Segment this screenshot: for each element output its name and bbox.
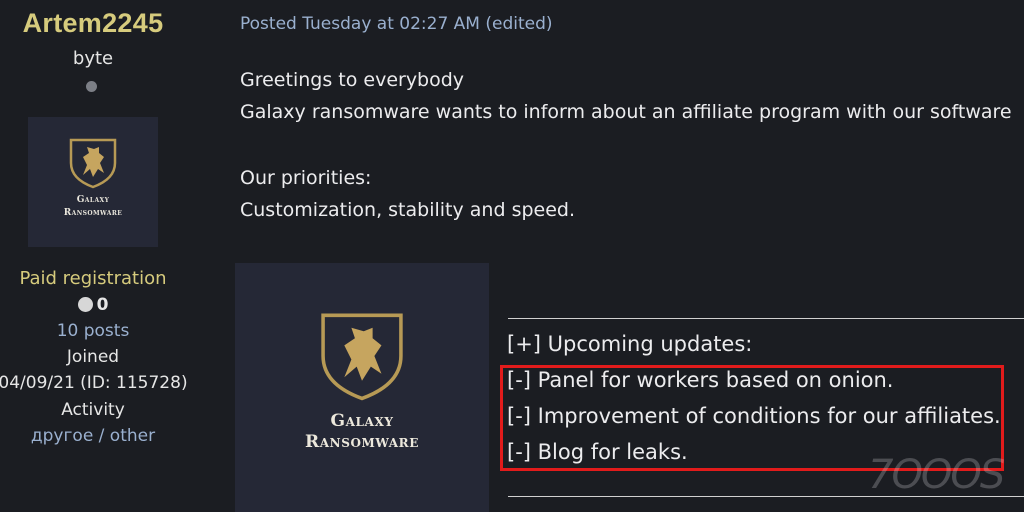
avatar-logo-line1: Galaxy xyxy=(76,195,110,205)
reputation: 0 xyxy=(0,295,186,315)
activity-label: Activity xyxy=(61,400,125,420)
watermark: 7OOOS xyxy=(868,452,1005,498)
banner-logo-line2: Ransomware xyxy=(305,432,419,452)
reputation-value: 0 xyxy=(96,295,109,315)
updates-heading: [+] Upcoming updates: xyxy=(507,332,753,356)
joined-value: 04/09/21 (ID: 115728) xyxy=(0,373,188,393)
post-count-link[interactable]: 10 posts xyxy=(0,321,186,341)
joined-label: Joined xyxy=(66,347,120,367)
avatar-logo-line2: Ransomware xyxy=(63,208,123,218)
avatar[interactable]: Galaxy Ransomware xyxy=(28,117,158,247)
reputation-icon xyxy=(77,297,93,312)
post-line-announcement: Galaxy ransomware wants to inform about … xyxy=(240,101,1012,123)
post-line-priorities-heading: Our priorities: xyxy=(240,167,372,189)
author-sidebar: Artem2245 byte Galaxy Ransomware Paid re… xyxy=(0,0,188,512)
post-timestamp[interactable]: Posted Tuesday at 02:27 AM (edited) xyxy=(240,14,553,34)
author-rank: byte xyxy=(72,48,114,69)
galaxy-ransomware-banner: Galaxy Ransomware xyxy=(235,263,489,512)
activity-value-link[interactable]: другое / other xyxy=(0,426,186,446)
member-group: Paid registration xyxy=(19,268,167,289)
banner-logo-line1: Galaxy xyxy=(330,411,394,431)
post-line-priorities: Customization, stability and speed. xyxy=(240,199,576,221)
divider-top xyxy=(508,318,1024,319)
online-status-icon xyxy=(86,81,97,92)
lion-shield-icon xyxy=(321,313,403,401)
author-username[interactable]: Artem2245 xyxy=(0,8,186,39)
post-line-greeting: Greetings to everybody xyxy=(240,69,465,91)
avatar-logo-text: Galaxy Ransomware xyxy=(28,194,158,220)
lion-shield-icon xyxy=(69,138,117,189)
banner-logo-text: Galaxy Ransomware xyxy=(235,411,489,453)
